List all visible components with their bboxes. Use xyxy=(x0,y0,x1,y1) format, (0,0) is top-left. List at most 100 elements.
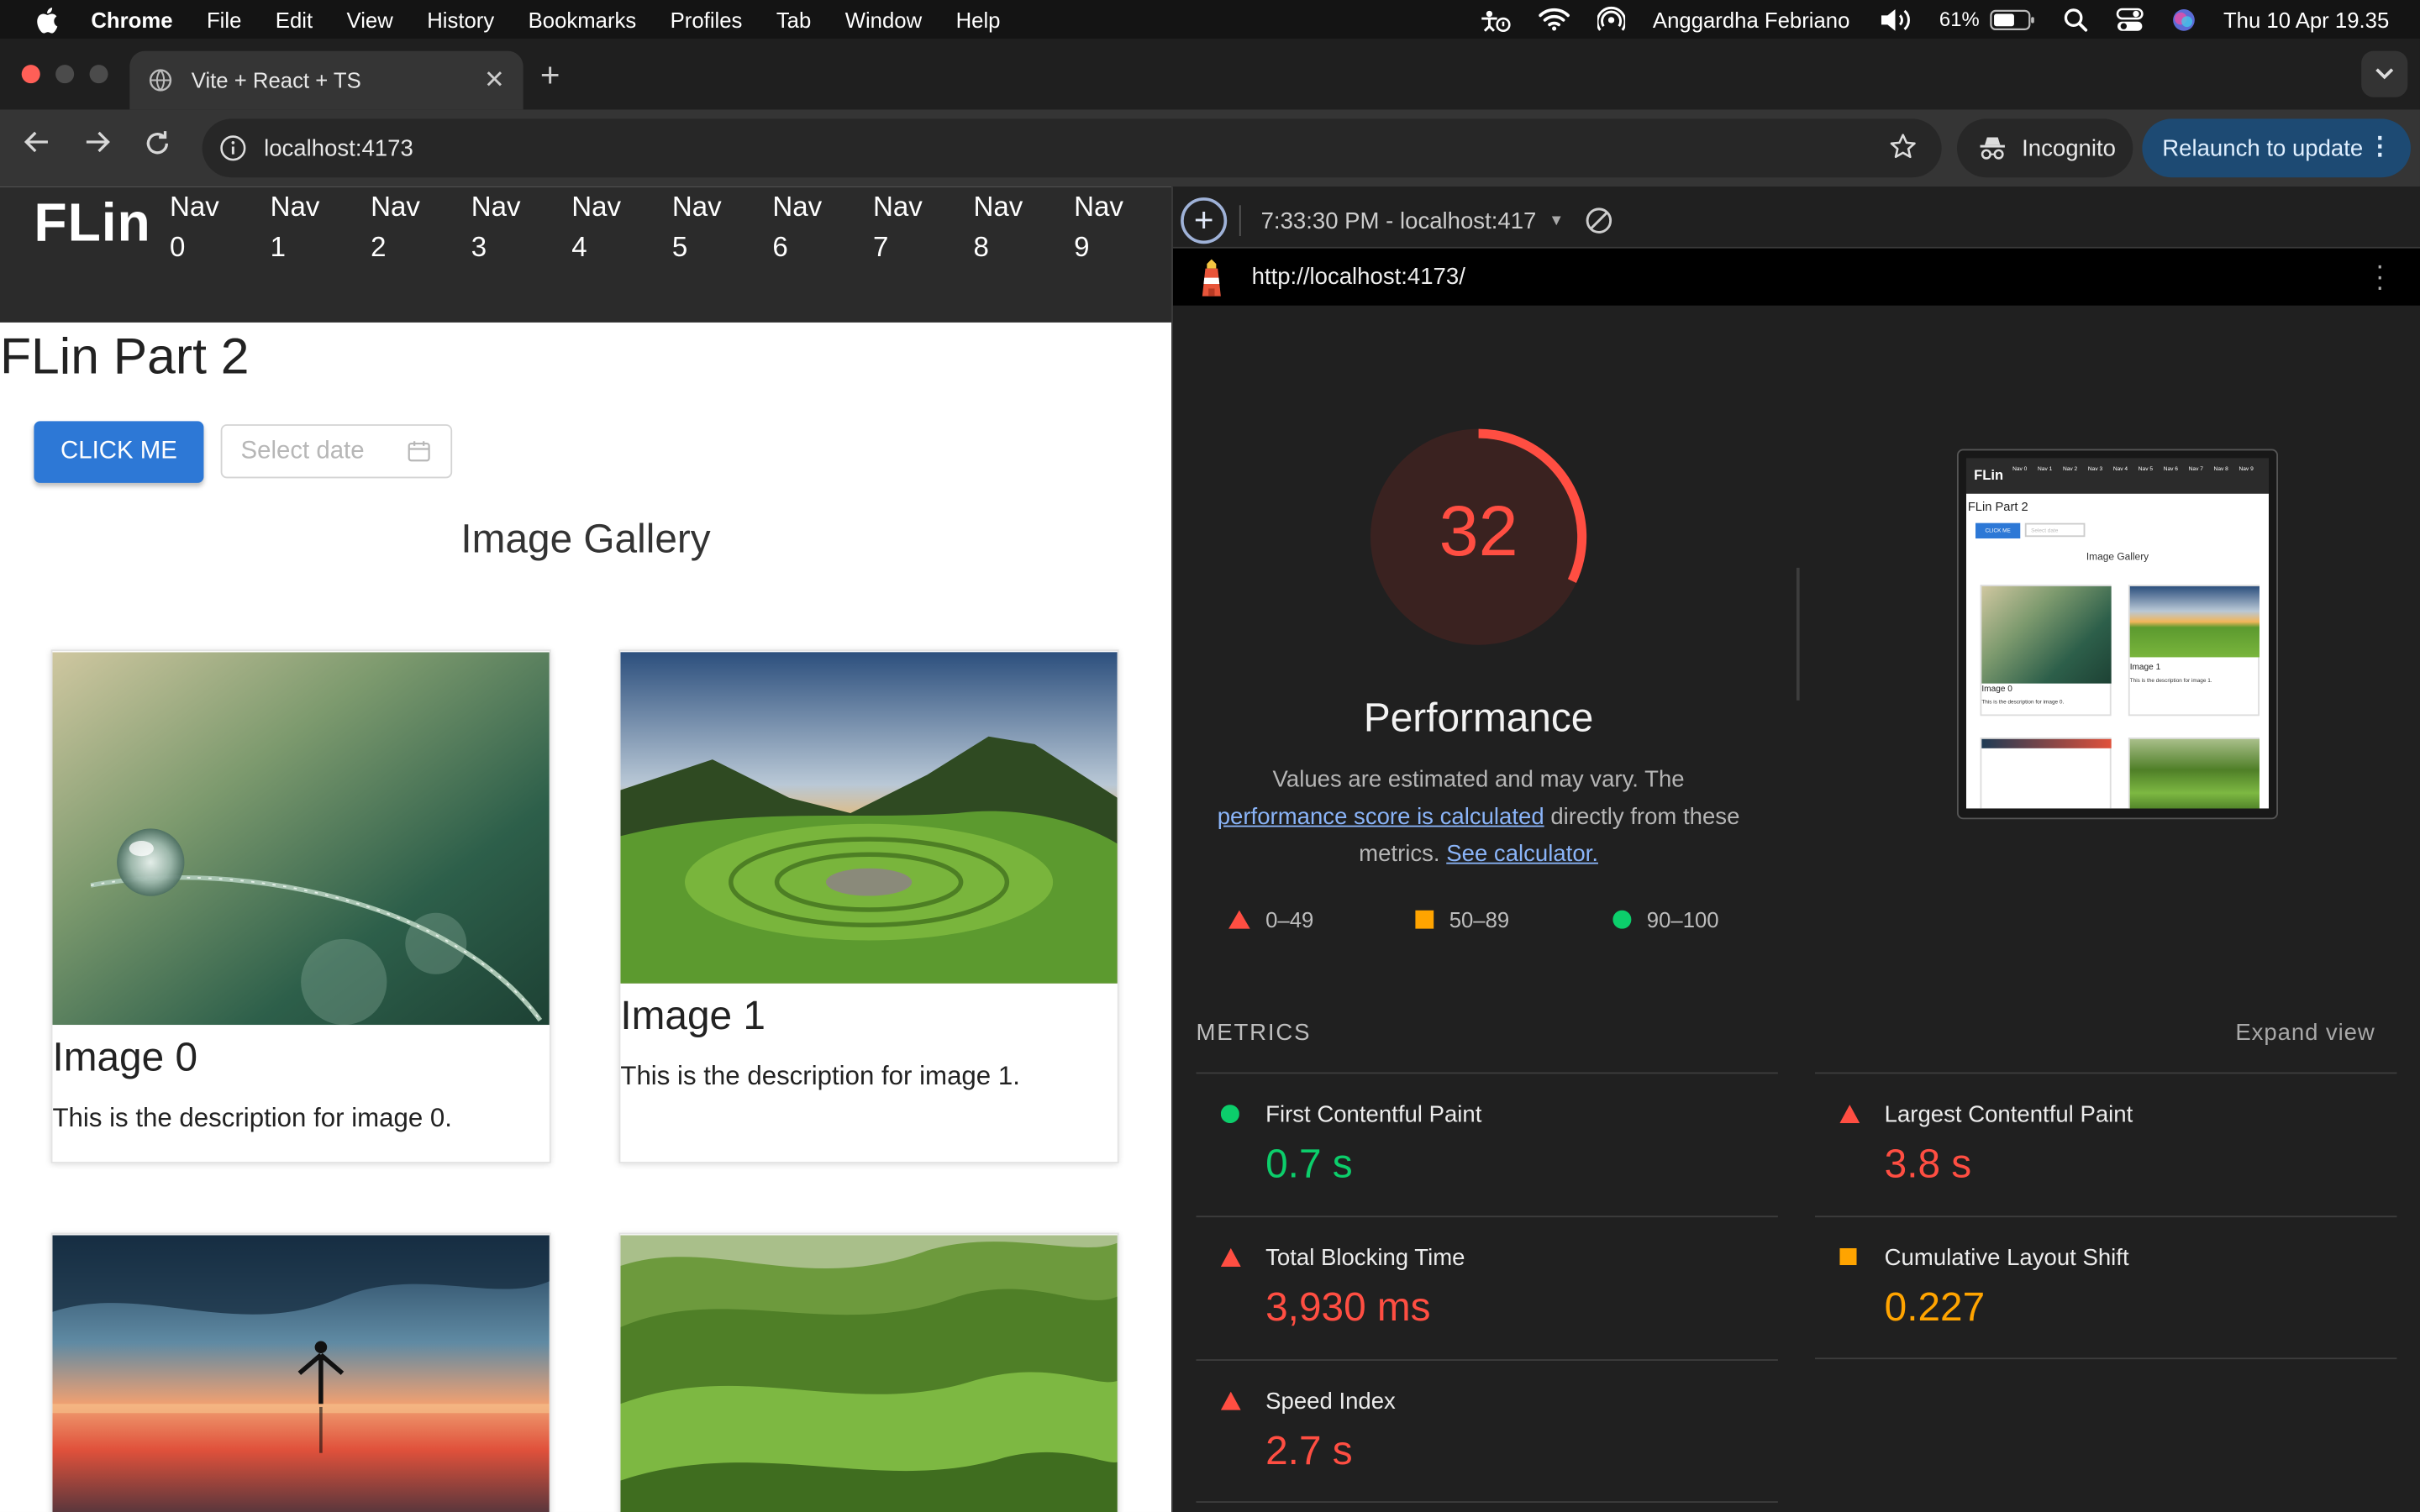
menu-window[interactable]: Window xyxy=(845,7,922,31)
calendar-icon[interactable] xyxy=(408,439,431,470)
window-minimize-button[interactable] xyxy=(55,65,75,84)
forward-arrow-icon[interactable] xyxy=(83,129,111,154)
metrics-divider xyxy=(1814,1357,2397,1360)
menu-clock[interactable]: Thu 10 Apr 19.35 xyxy=(2223,7,2389,31)
report-menu-more-icon[interactable]: · · · xyxy=(2375,251,2385,301)
gallery-card-3[interactable] xyxy=(618,1232,1119,1512)
thumb-nav-item: Nav 7 xyxy=(2188,465,2203,473)
nav-link-label: Nav xyxy=(872,191,923,223)
nav-link-0[interactable]: Nav 0 xyxy=(170,186,271,267)
nav-link-label: Nav xyxy=(973,191,1023,223)
metric-value: 0.227 xyxy=(1884,1284,1986,1331)
nav-link-3[interactable]: Nav 3 xyxy=(471,186,572,267)
menu-profiles[interactable]: Profiles xyxy=(671,7,743,31)
control-center-icon[interactable] xyxy=(2115,7,2143,31)
address-bar[interactable]: localhost:4173 xyxy=(202,118,1942,178)
square-orange-icon xyxy=(1415,910,1434,929)
see-calculator-link[interactable]: See calculator. xyxy=(1446,841,1598,867)
menu-user-name[interactable]: Anggardha Febriano xyxy=(1653,7,1849,31)
airdrop-icon[interactable] xyxy=(1597,5,1625,33)
reload-icon[interactable] xyxy=(144,129,171,157)
wifi-icon[interactable] xyxy=(1539,8,1570,31)
spotlight-search-icon[interactable] xyxy=(2063,7,2087,31)
nav-link-7[interactable]: Nav 7 xyxy=(873,186,974,267)
incognito-indicator[interactable]: Incognito xyxy=(1956,118,2133,178)
nav-link-label: Nav xyxy=(772,191,823,223)
window-close-button[interactable] xyxy=(21,65,40,84)
accessibility-status-icon[interactable] xyxy=(1477,7,1511,32)
menu-file[interactable]: File xyxy=(207,7,241,31)
siri-icon[interactable] xyxy=(2171,7,2196,31)
card-description: This is the description for image 1. xyxy=(620,1061,1020,1091)
clear-reports-icon[interactable] xyxy=(1586,207,1613,234)
site-logo[interactable]: FLin xyxy=(34,193,150,255)
lighthouse-toolbar: + 7:33:30 PM - localhost:417 ▼ xyxy=(1172,194,2420,249)
metric-speed-index[interactable]: Speed Index 2.7 s xyxy=(1196,1359,1778,1503)
report-selector[interactable]: 7:33:30 PM - localhost:417 xyxy=(1261,207,1537,234)
thumb-nav-item: Nav 0 xyxy=(2012,465,2028,473)
apple-icon[interactable] xyxy=(34,5,65,33)
nav-link-4[interactable]: Nav 4 xyxy=(571,186,672,267)
metric-label: Speed Index xyxy=(1265,1389,1396,1415)
legend-pass: 90–100 xyxy=(1612,907,1719,932)
metric-label: Total Blocking Time xyxy=(1265,1245,1465,1272)
performance-score-link[interactable]: performance score is calculated xyxy=(1218,804,1544,830)
new-report-plus-icon[interactable]: + xyxy=(1181,197,1228,244)
more-vertical-icon[interactable]: ⋮ xyxy=(2368,131,2392,162)
metric-first-contentful-paint[interactable]: First Contentful Paint 0.7 s xyxy=(1196,1072,1778,1216)
nav-link-number: 0 xyxy=(170,231,186,263)
description-text: Values are estimated and may vary. The xyxy=(1272,766,1685,794)
gallery-card-2[interactable] xyxy=(50,1232,551,1512)
tab-close-icon[interactable]: ✕ xyxy=(484,65,505,96)
relaunch-to-update-button[interactable]: Relaunch to update ⋮ xyxy=(2142,118,2411,178)
new-tab-plus-icon[interactable]: + xyxy=(540,55,560,96)
final-screenshot-thumbnail[interactable]: FLin Nav 0 Nav 1 Nav 2 Nav 3 Nav 4 Nav 5 Nav 6… xyxy=(1956,449,2279,820)
site-info-icon[interactable] xyxy=(218,133,249,164)
nav-link-label: Nav xyxy=(371,191,420,223)
nav-link-number: 6 xyxy=(772,231,788,263)
menu-app-name[interactable]: Chrome xyxy=(91,7,172,31)
thumb-nav: Nav 0 Nav 1 Nav 2 Nav 3 Nav 4 Nav 5 Nav 6 Nav 7… xyxy=(2012,466,2264,474)
nav-link-1[interactable]: Nav 1 xyxy=(271,186,371,267)
gallery-card-0[interactable]: Image 0 This is the description for imag… xyxy=(50,649,551,1163)
tab-search-chevron-down-icon[interactable] xyxy=(2361,50,2408,97)
nav-link-2[interactable]: Nav 2 xyxy=(371,186,471,267)
menu-history[interactable]: History xyxy=(427,7,494,31)
site-header: FLin Nav 0 Nav 1 Nav 2 Nav 3 Nav 4 Nav 5 Nav 6 … xyxy=(0,186,1172,323)
report-url[interactable]: http://localhost:4173/ xyxy=(1252,264,1465,290)
nav-link-5[interactable]: Nav 5 xyxy=(672,186,773,267)
tab-title: Vite + React + TS xyxy=(191,67,361,93)
metric-label: Largest Contentful Paint xyxy=(1884,1101,2133,1128)
menu-bookmarks[interactable]: Bookmarks xyxy=(529,7,637,31)
battery-percentage: 61% xyxy=(1939,8,1980,31)
legend-range: 50–89 xyxy=(1449,906,1510,932)
nav-link-6[interactable]: Nav 6 xyxy=(772,186,873,267)
menu-help[interactable]: Help xyxy=(956,7,1001,31)
metric-largest-contentful-paint[interactable]: Largest Contentful Paint 3.8 s xyxy=(1814,1072,2397,1216)
expand-view-toggle[interactable]: Expand view xyxy=(2235,1020,2375,1046)
incognito-icon xyxy=(1979,136,2007,160)
thumb-card-title: Image 0 xyxy=(1981,685,2012,695)
nav-link-9[interactable]: Nav 9 xyxy=(1074,186,1171,267)
metric-total-blocking-time[interactable]: Total Blocking Time 3,930 ms xyxy=(1196,1215,1778,1359)
thumb-date: Select date xyxy=(2024,522,2086,538)
menu-tab[interactable]: Tab xyxy=(776,7,811,31)
volume-icon[interactable] xyxy=(1877,7,1911,31)
battery-icon[interactable] xyxy=(1989,8,2035,30)
nav-link-8[interactable]: Nav 8 xyxy=(974,186,1075,267)
date-picker-input[interactable]: Select date xyxy=(220,424,453,479)
thumb-logo: FLin xyxy=(1974,467,2004,483)
browser-tab-active[interactable]: Vite + React + TS ✕ xyxy=(129,50,523,110)
nav-link-number: 3 xyxy=(471,231,487,263)
back-arrow-icon[interactable] xyxy=(24,129,51,154)
gallery-card-1[interactable]: Image 1 This is the description for imag… xyxy=(618,649,1119,1163)
nav-link-number: 5 xyxy=(671,231,688,263)
metric-cumulative-layout-shift[interactable]: Cumulative Layout Shift 0.227 xyxy=(1814,1215,2397,1359)
bookmark-star-icon[interactable] xyxy=(1889,133,1917,166)
report-dropdown-chevron-icon[interactable]: ▼ xyxy=(1549,213,1564,229)
report-url-bar: http://localhost:4173/ · · · xyxy=(1172,248,2420,306)
window-zoom-button[interactable] xyxy=(89,65,108,84)
menu-edit[interactable]: Edit xyxy=(276,7,313,31)
menu-view[interactable]: View xyxy=(347,7,393,31)
click-me-button[interactable]: CLICK ME xyxy=(34,421,204,483)
